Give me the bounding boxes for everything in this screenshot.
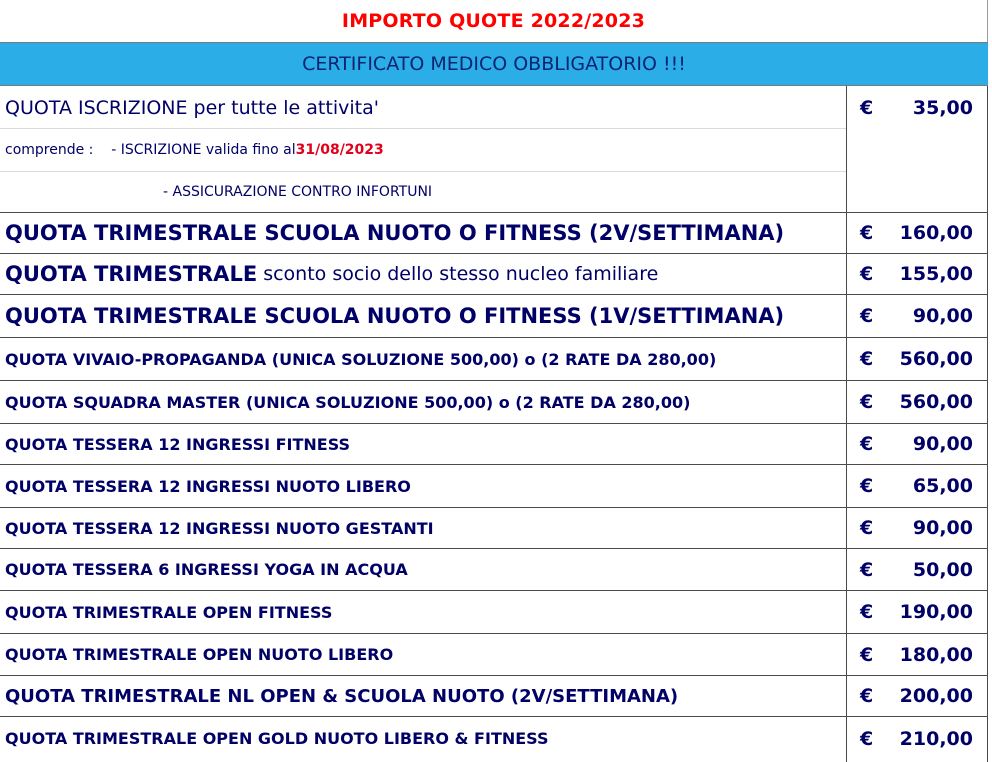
- currency-symbol: €: [860, 433, 874, 455]
- row-amount: 200,00: [899, 685, 973, 707]
- price-row: QUOTA TESSERA 12 INGRESSI FITNESS € 90,0…: [0, 424, 988, 464]
- row-label-rest: sconto socio dello stesso nucleo familia…: [257, 263, 659, 285]
- row-label: QUOTA TRIMESTRALE sconto socio dello ste…: [5, 254, 658, 294]
- row-label-bold: QUOTA TRIMESTRALE: [5, 262, 258, 286]
- row-amount: 35,00: [912, 96, 973, 119]
- comprende-item-assicurazione: - ASSICURAZIONE CONTRO INFORTUNI: [163, 184, 433, 200]
- currency-symbol: €: [860, 517, 874, 539]
- price-row: QUOTA SQUADRA MASTER (UNICA SOLUZIONE 50…: [0, 381, 988, 423]
- price-row: QUOTA VIVAIO-PROPAGANDA (UNICA SOLUZIONE…: [0, 338, 988, 380]
- currency-symbol: €: [860, 263, 874, 285]
- currency-symbol: €: [860, 475, 874, 497]
- comprende-item-iscrizione: - ISCRIZIONE valida fino al: [111, 142, 296, 158]
- currency-symbol: €: [860, 685, 874, 707]
- validity-date: 31/08/2023: [295, 142, 384, 158]
- row-label: QUOTA SQUADRA MASTER (UNICA SOLUZIONE 50…: [5, 392, 691, 412]
- currency-symbol: €: [860, 96, 874, 119]
- row-amount: 90,00: [912, 517, 973, 539]
- row-amount: 560,00: [899, 391, 973, 413]
- medical-certificate-banner: CERTIFICATO MEDICO OBBLIGATORIO !!!: [0, 42, 988, 86]
- row-amount: 50,00: [912, 558, 973, 581]
- currency-symbol: €: [860, 222, 874, 244]
- currency-symbol: €: [860, 601, 874, 623]
- row-amount: 180,00: [899, 643, 973, 666]
- row-label: QUOTA TRIMESTRALE OPEN NUOTO LIBERO: [5, 645, 394, 664]
- row-label: QUOTA ISCRIZIONE per tutte le attivita': [5, 96, 379, 119]
- row-label: QUOTA TRIMESTRALE SCUOLA NUOTO O FITNESS…: [5, 221, 785, 245]
- row-label: QUOTA TRIMESTRALE SCUOLA NUOTO O FITNESS…: [5, 304, 785, 328]
- currency-symbol: €: [860, 643, 874, 666]
- page-title: IMPORTO QUOTE 2022/2023: [0, 0, 988, 42]
- price-row: QUOTA TRIMESTRALE SCUOLA NUOTO O FITNESS…: [0, 295, 988, 337]
- row-label: QUOTA TRIMESTRALE OPEN GOLD NUOTO LIBERO…: [5, 729, 549, 748]
- price-row: QUOTA TESSERA 12 INGRESSI NUOTO GESTANTI…: [0, 508, 988, 548]
- row-label: QUOTA TRIMESTRALE NL OPEN & SCUOLA NUOTO…: [5, 685, 679, 707]
- price-row: QUOTA TESSERA 12 INGRESSI NUOTO LIBERO €…: [0, 465, 988, 507]
- row-amount: 210,00: [899, 727, 973, 750]
- price-row: QUOTA TRIMESTRALE NL OPEN & SCUOLA NUOTO…: [0, 676, 988, 716]
- row-label: QUOTA TESSERA 12 INGRESSI FITNESS: [5, 434, 351, 454]
- comprende-text: comprende : - ISCRIZIONE valida fino al …: [5, 129, 384, 171]
- row-amount: 190,00: [899, 601, 973, 623]
- row-label: QUOTA TESSERA 12 INGRESSI NUOTO GESTANTI: [5, 518, 434, 538]
- row-iscrizione: QUOTA ISCRIZIONE per tutte le attivita' …: [0, 87, 988, 128]
- row-comprende: comprende : - ISCRIZIONE valida fino al …: [0, 129, 988, 171]
- currency-symbol: €: [860, 305, 874, 327]
- row-amount: 90,00: [912, 305, 973, 327]
- row-assicurazione: - ASSICURAZIONE CONTRO INFORTUNI: [0, 172, 988, 212]
- row-label: QUOTA TRIMESTRALE OPEN FITNESS: [5, 602, 333, 622]
- row-amount: 160,00: [899, 222, 973, 244]
- currency-symbol: €: [860, 558, 874, 581]
- row-amount: 65,00: [912, 475, 973, 497]
- price-row: QUOTA TRIMESTRALE OPEN FITNESS € 190,00: [0, 591, 988, 633]
- table-right-border: [987, 86, 988, 762]
- currency-symbol: €: [860, 348, 874, 370]
- price-row: QUOTA TESSERA 6 INGRESSI YOGA IN ACQUA €…: [0, 549, 988, 590]
- price-row: QUOTA TRIMESTRALE OPEN NUOTO LIBERO € 18…: [0, 634, 988, 675]
- price-row: QUOTA TRIMESTRALE SCUOLA NUOTO O FITNESS…: [0, 213, 988, 253]
- row-amount: 90,00: [912, 433, 973, 455]
- row-amount: 560,00: [899, 348, 973, 370]
- price-row: QUOTA TRIMESTRALE OPEN GOLD NUOTO LIBERO…: [0, 717, 988, 760]
- currency-symbol: €: [860, 727, 874, 750]
- price-row: QUOTA TRIMESTRALE sconto socio dello ste…: [0, 254, 988, 294]
- row-label: QUOTA TESSERA 12 INGRESSI NUOTO LIBERO: [5, 476, 411, 496]
- row-label: QUOTA TESSERA 6 INGRESSI YOGA IN ACQUA: [5, 560, 408, 579]
- comprende-prefix: comprende :: [5, 142, 94, 158]
- row-amount: 155,00: [899, 263, 973, 285]
- column-divider: [846, 86, 847, 762]
- currency-symbol: €: [860, 391, 874, 413]
- row-label: QUOTA VIVAIO-PROPAGANDA (UNICA SOLUZIONE…: [5, 349, 717, 369]
